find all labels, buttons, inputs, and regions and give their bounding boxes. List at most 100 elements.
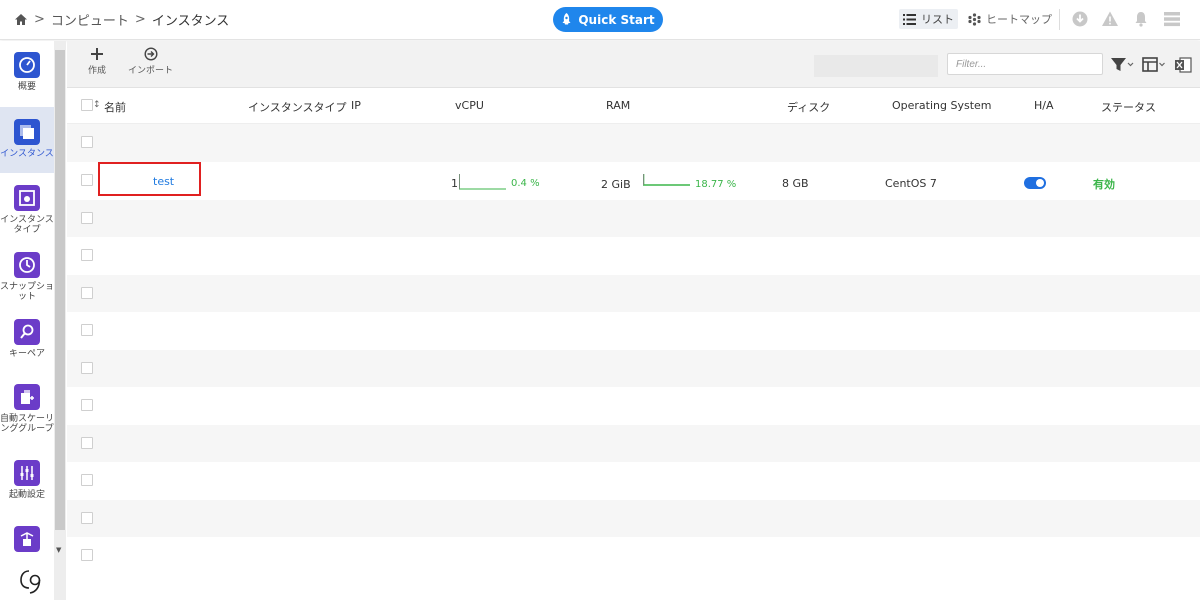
key-icon bbox=[14, 319, 40, 345]
filter-input[interactable] bbox=[947, 53, 1103, 75]
view-list-label: リスト bbox=[921, 13, 954, 26]
quick-start-button[interactable]: Quick Start bbox=[553, 7, 663, 32]
table-row-empty bbox=[67, 237, 1200, 275]
table-row-empty bbox=[67, 500, 1200, 538]
row-checkbox[interactable] bbox=[81, 549, 93, 561]
sliders-icon bbox=[14, 460, 40, 486]
sort-icon[interactable]: ↕ bbox=[93, 100, 101, 110]
row-checkbox[interactable] bbox=[81, 474, 93, 486]
heatmap-icon bbox=[968, 12, 981, 26]
select-all-checkbox[interactable] bbox=[81, 99, 93, 111]
import-label: インポート bbox=[128, 66, 174, 76]
row-checkbox[interactable] bbox=[81, 512, 93, 524]
row-checkbox[interactable] bbox=[81, 437, 93, 449]
breadcrumb: > コンピュート > インスタンス bbox=[14, 9, 229, 29]
sidebar-item-instance-type[interactable]: インスタンスタイプ bbox=[0, 185, 54, 235]
import-button[interactable]: インポート bbox=[128, 47, 173, 76]
vcpu-usage: 0.4 % bbox=[511, 178, 540, 189]
view-heatmap-label: ヒートマップ bbox=[986, 13, 1052, 26]
create-button[interactable]: 作成 bbox=[88, 47, 106, 76]
column-header-name[interactable]: 名前 bbox=[104, 99, 126, 115]
home-icon[interactable] bbox=[14, 13, 28, 26]
disk-size: 8 GB bbox=[782, 177, 809, 190]
sidebar-scrollbar-thumb[interactable] bbox=[55, 50, 65, 530]
row-checkbox[interactable] bbox=[81, 174, 93, 186]
ha-toggle[interactable] bbox=[1024, 177, 1046, 189]
menu-panel-icon[interactable] bbox=[1163, 10, 1181, 28]
sidebar-item-launch-config[interactable]: 起動設定 bbox=[0, 460, 54, 504]
chevron-right-icon: > bbox=[34, 11, 45, 27]
sidebar-item-network[interactable] bbox=[0, 526, 54, 556]
sidebar: 概要 インスタンス インスタンスタイプ スナップショット キーペア 自動スケーリ… bbox=[0, 41, 54, 600]
sidebar-item-label: インスタンスタイプ bbox=[0, 215, 54, 235]
ram-usage: 18.77 % bbox=[695, 179, 737, 190]
vcpu-count: 1 bbox=[451, 177, 458, 190]
sidebar-item-label: 概要 bbox=[17, 82, 36, 92]
ram-size: 2 GiB bbox=[601, 178, 631, 191]
gauge-icon bbox=[14, 52, 40, 78]
column-header-status[interactable]: ステータス bbox=[1101, 99, 1156, 115]
excel-export-icon[interactable] bbox=[1174, 56, 1192, 74]
filter-funnel-icon[interactable] bbox=[1110, 56, 1134, 74]
sidebar-item-overview[interactable]: 概要 bbox=[0, 52, 54, 100]
column-header-disk[interactable]: ディスク bbox=[787, 99, 830, 115]
download-icon[interactable] bbox=[1071, 10, 1089, 28]
toolbar-placeholder-area bbox=[814, 55, 938, 77]
import-icon bbox=[143, 47, 158, 61]
instances-icon bbox=[14, 119, 40, 145]
view-list-button[interactable]: リスト bbox=[899, 9, 958, 29]
table-row-empty bbox=[67, 425, 1200, 463]
vcpu-sparkline bbox=[459, 174, 506, 190]
header-divider bbox=[1059, 9, 1060, 30]
table-row-empty bbox=[67, 312, 1200, 350]
status-badge: 有効 bbox=[1093, 178, 1115, 191]
row-checkbox[interactable] bbox=[81, 399, 93, 411]
sidebar-item-snapshot[interactable]: スナップショット bbox=[0, 252, 54, 302]
row-checkbox[interactable] bbox=[81, 249, 93, 261]
column-header-ram[interactable]: RAM bbox=[606, 99, 630, 112]
column-header-type[interactable]: インスタンスタイプ bbox=[248, 99, 347, 115]
chevron-right-icon: > bbox=[134, 11, 146, 27]
column-header-ha[interactable]: H/A bbox=[1034, 99, 1054, 112]
row-checkbox[interactable] bbox=[81, 362, 93, 374]
row-checkbox[interactable] bbox=[81, 212, 93, 224]
bell-icon[interactable] bbox=[1132, 10, 1150, 28]
sidebar-item-label: 起動設定 bbox=[8, 490, 45, 500]
row-checkbox[interactable] bbox=[81, 287, 93, 299]
sidebar-item-autoscale[interactable]: 自動スケーリンググループ bbox=[0, 384, 54, 444]
sidebar-item-label: スナップショット bbox=[0, 282, 55, 302]
scroll-down-icon[interactable]: ▼ bbox=[56, 546, 61, 554]
sidebar-item-keypair[interactable]: キーペア bbox=[0, 319, 54, 361]
column-header-ip[interactable]: IP bbox=[351, 99, 361, 112]
breadcrumb-instances: インスタンス bbox=[151, 13, 230, 29]
top-header: > コンピュート > インスタンス Quick Start リスト ヒートマップ bbox=[0, 0, 1200, 40]
sidebar-item-instances[interactable]: インスタンス bbox=[0, 107, 54, 173]
quick-start-label: Quick Start bbox=[578, 12, 655, 27]
instance-type-icon bbox=[14, 185, 40, 211]
table-row-empty bbox=[67, 124, 1200, 162]
table-row-empty bbox=[67, 200, 1200, 238]
os-name: CentOS 7 bbox=[885, 177, 937, 190]
instance-name-link[interactable]: test bbox=[153, 175, 174, 188]
column-header-os[interactable]: Operating System bbox=[892, 99, 992, 112]
table-row-empty bbox=[67, 275, 1200, 313]
sidebar-item-label: インスタンス bbox=[0, 149, 54, 159]
toolbar: 作成 インポート bbox=[67, 41, 1200, 88]
table-row-empty bbox=[67, 350, 1200, 388]
column-header-vcpu[interactable]: vCPU bbox=[455, 99, 484, 112]
c9-logo-icon bbox=[20, 570, 41, 594]
snapshot-icon bbox=[14, 252, 40, 278]
table-row-empty bbox=[67, 537, 1200, 575]
table-row-empty bbox=[67, 387, 1200, 425]
sidebar-item-label: キーペア bbox=[8, 349, 45, 359]
columns-icon[interactable] bbox=[1142, 56, 1166, 74]
row-checkbox[interactable] bbox=[81, 136, 93, 148]
warning-icon[interactable] bbox=[1101, 10, 1119, 28]
view-heatmap-button[interactable]: ヒートマップ bbox=[964, 9, 1056, 29]
row-checkbox[interactable] bbox=[81, 324, 93, 336]
autoscale-icon bbox=[14, 384, 40, 410]
table-row[interactable]: test 1 0.4 % 2 GiB 18.77 % 8 GB CentOS 7… bbox=[67, 162, 1200, 200]
ram-sparkline bbox=[643, 174, 690, 186]
breadcrumb-compute[interactable]: コンピュート bbox=[51, 10, 129, 29]
table-row-empty bbox=[67, 462, 1200, 500]
